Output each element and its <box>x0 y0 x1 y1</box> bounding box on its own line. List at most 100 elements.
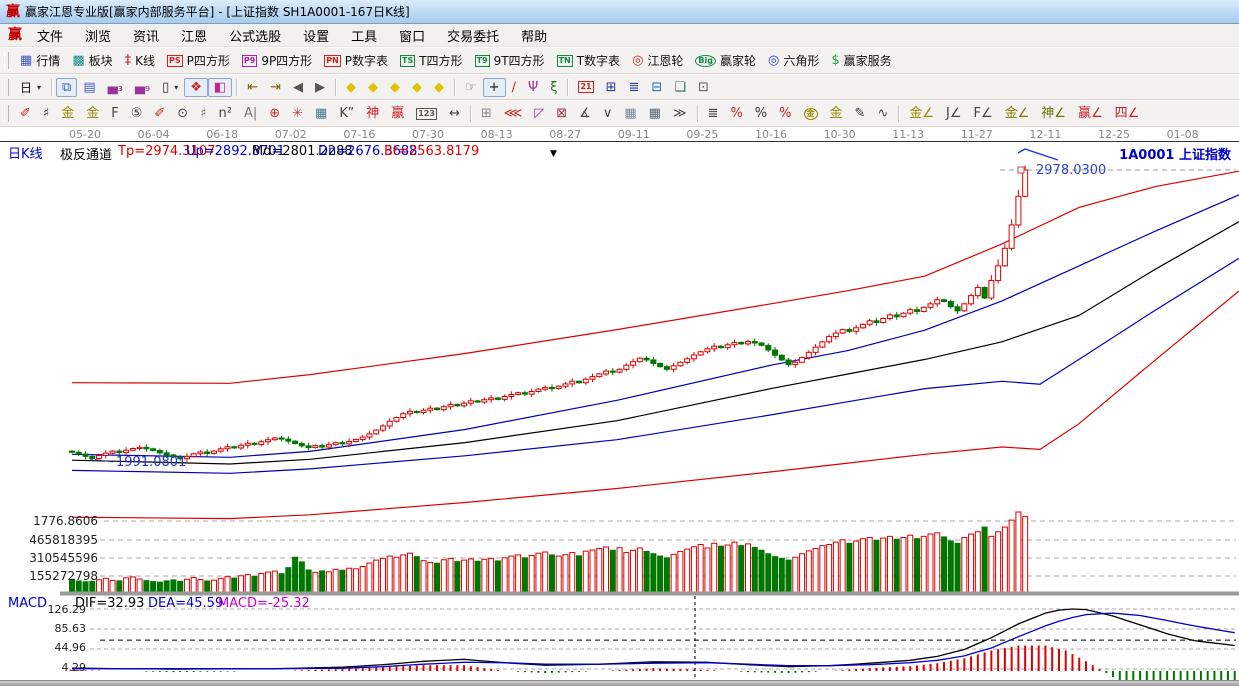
angle-rays-icon[interactable]: ∡ <box>573 104 597 123</box>
toolbar-grip[interactable] <box>4 105 9 122</box>
p-number-button[interactable]: PNP数字表 <box>318 49 394 72</box>
fan-box-icon[interactable]: ◸ <box>528 104 550 123</box>
last-bar-icon[interactable]: ⇥ <box>264 78 287 97</box>
gann-wheel-button[interactable]: ◎江恩轮 <box>626 49 689 72</box>
toolbar-grip[interactable] <box>4 52 9 69</box>
circle-cross-icon[interactable]: ⊕ <box>263 104 286 123</box>
j-angle-icon[interactable]: J∠ <box>940 104 968 123</box>
first-bar-icon[interactable]: ⇤ <box>241 78 264 97</box>
price-ladder-icon[interactable]: ≣ <box>702 104 725 123</box>
net-box-icon[interactable]: ⊠ <box>550 104 573 123</box>
kline-button[interactable]: ‡K线 <box>119 49 161 72</box>
percent-icon[interactable]: % <box>749 104 773 123</box>
parallel-lines-icon[interactable]: ≫ <box>667 104 693 123</box>
percent-line-icon[interactable]: % <box>724 104 748 123</box>
gann-knot-icon[interactable]: Ψ <box>522 78 544 97</box>
ink-brush-icon[interactable]: ✎ <box>849 104 872 123</box>
diamond-right-icon[interactable]: ◆ <box>362 78 384 97</box>
ruler123-icon[interactable]: 123 <box>410 105 443 123</box>
save-icon[interactable]: ⊟ <box>645 78 668 97</box>
star-web-icon[interactable]: ✳ <box>286 104 309 123</box>
si-angle-icon[interactable]: 四∠ <box>1109 104 1146 123</box>
trend-line-icon[interactable]: ∕ <box>506 78 522 97</box>
diamond-h-expand-icon[interactable]: ◆ <box>384 78 406 97</box>
crosshair-icon[interactable]: + <box>483 78 506 97</box>
f-angle-icon[interactable]: F∠ <box>968 104 999 123</box>
red-knife-icon[interactable]: ✐ <box>148 104 171 123</box>
minor3-cycle-icon[interactable]: ▄₃ <box>102 78 129 97</box>
shen-tool-icon[interactable]: 神 <box>360 104 385 123</box>
time-cycle-icon[interactable]: ⊙ <box>171 104 194 123</box>
period-day-dropdown[interactable]: 日▾ <box>14 76 47 99</box>
notes-icon[interactable]: ≣ <box>622 78 645 97</box>
spiral-knot-icon[interactable]: ξ <box>544 78 563 97</box>
menu-item-10[interactable]: 帮助 <box>510 24 558 47</box>
gold-circle-icon[interactable]: 金 <box>798 105 824 123</box>
winner-service-button[interactable]: $赢家服务 <box>825 49 897 72</box>
candle-type-dropdown[interactable]: ▯▾ <box>156 78 184 97</box>
menu-item-5[interactable]: 公式选股 <box>218 24 292 47</box>
calendar-icon[interactable]: 21 <box>572 78 599 96</box>
square-web-icon[interactable]: ▦ <box>309 104 333 123</box>
grid-cells2-icon[interactable]: ▦ <box>643 104 667 123</box>
scale-ladder-icon[interactable]: ♯ <box>37 104 55 123</box>
diamond-expand-all-icon[interactable]: ◆ <box>428 78 450 97</box>
p9-square-button[interactable]: P99P四方形 <box>236 49 318 72</box>
symbol-label[interactable]: 1A0001 上证指数 <box>1119 144 1231 163</box>
gold-level-icon[interactable]: 金 <box>824 104 849 123</box>
period-label[interactable]: 日K线 <box>8 143 43 162</box>
menu-item-9[interactable]: 交易委托 <box>436 24 510 47</box>
minor9-cycle-icon[interactable]: ▄₉ <box>129 78 156 97</box>
a-wave-icon[interactable]: ∿ <box>871 104 894 123</box>
k-mark-icon[interactable]: K” <box>333 104 360 123</box>
export-web-icon[interactable]: ❏ <box>668 78 692 97</box>
n2-icon[interactable]: n² <box>212 104 237 123</box>
spiral5-icon[interactable]: ⑤ <box>125 104 149 123</box>
profile-chart-icon[interactable]: ◧ <box>208 78 232 97</box>
calculator-icon[interactable]: ⊞ <box>600 78 623 97</box>
hand-drag-icon[interactable]: ☞ <box>459 78 483 97</box>
t-square-button[interactable]: TST四方形 <box>394 49 469 72</box>
gold-ladder-icon[interactable]: 金 <box>55 104 80 123</box>
percent-levels-icon[interactable]: % <box>773 104 797 123</box>
diamond-compress-icon[interactable]: ◆ <box>406 78 428 97</box>
menu-item-2[interactable]: 浏览 <box>74 24 122 47</box>
ying-tool-icon[interactable]: 赢 <box>385 104 410 123</box>
p-square-button[interactable]: PSP四方形 <box>161 49 236 72</box>
diamond-left-icon[interactable]: ◆ <box>340 78 362 97</box>
knife-tool-icon[interactable]: ✐ <box>14 104 37 123</box>
menu-item-1[interactable]: 文件 <box>26 24 74 47</box>
winner-wheel-button[interactable]: Big赢家轮 <box>689 49 762 72</box>
next-bar-icon[interactable]: ▶ <box>309 78 331 97</box>
gold-angle2-icon[interactable]: 金∠ <box>999 104 1036 123</box>
zoom-pattern-icon[interactable]: ⧉ <box>56 78 77 97</box>
menu-item-6[interactable]: 设置 <box>292 24 340 47</box>
menu-item-4[interactable]: 江恩 <box>170 24 218 47</box>
ladder2-icon[interactable]: ♯ <box>194 104 212 123</box>
toolbar-grip[interactable] <box>4 79 9 96</box>
wave-v-icon[interactable]: ∨ <box>597 104 619 123</box>
gold-ladder2-icon[interactable]: 金 <box>80 104 105 123</box>
fan-lines-icon[interactable]: ⋘ <box>498 104 529 123</box>
t-number-button[interactable]: TNT数字表 <box>551 49 627 72</box>
f-ladder-icon[interactable]: F <box>105 104 124 123</box>
h-measure-icon[interactable]: ↔ <box>443 104 466 123</box>
menu-item-8[interactable]: 窗口 <box>388 24 436 47</box>
prev-bar-icon[interactable]: ◀ <box>287 78 309 97</box>
sectors-button[interactable]: ▩板块 <box>66 49 118 72</box>
menu-item-3[interactable]: 资讯 <box>122 24 170 47</box>
a-line-icon[interactable]: A| <box>238 104 263 123</box>
shen-angle-icon[interactable]: 神∠ <box>1035 104 1072 123</box>
ying-angle-icon[interactable]: 赢∠ <box>1072 104 1109 123</box>
seal-icon[interactable]: ❖ <box>184 78 208 97</box>
grid-cells-icon[interactable]: ▦ <box>618 104 642 123</box>
t9-square-button[interactable]: T99T四方形 <box>469 49 551 72</box>
menu-item-7[interactable]: 工具 <box>340 24 388 47</box>
hexagon-button[interactable]: ◎六角形 <box>762 49 825 72</box>
expand-marker-icon[interactable]: ▼ <box>550 149 557 159</box>
info-list-icon[interactable]: ▤ <box>77 78 101 97</box>
quotes-button[interactable]: ▦行情 <box>14 49 66 72</box>
print-icon[interactable]: ⊡ <box>692 78 715 97</box>
gold-angle-icon[interactable]: 金∠ <box>903 104 940 123</box>
square-tool-icon[interactable]: ⊞ <box>475 104 498 123</box>
